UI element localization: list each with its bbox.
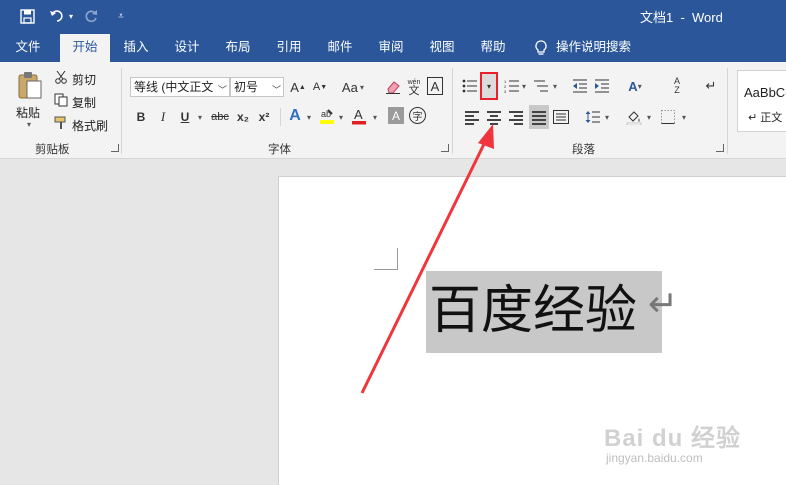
annotation-arrow xyxy=(360,124,494,394)
